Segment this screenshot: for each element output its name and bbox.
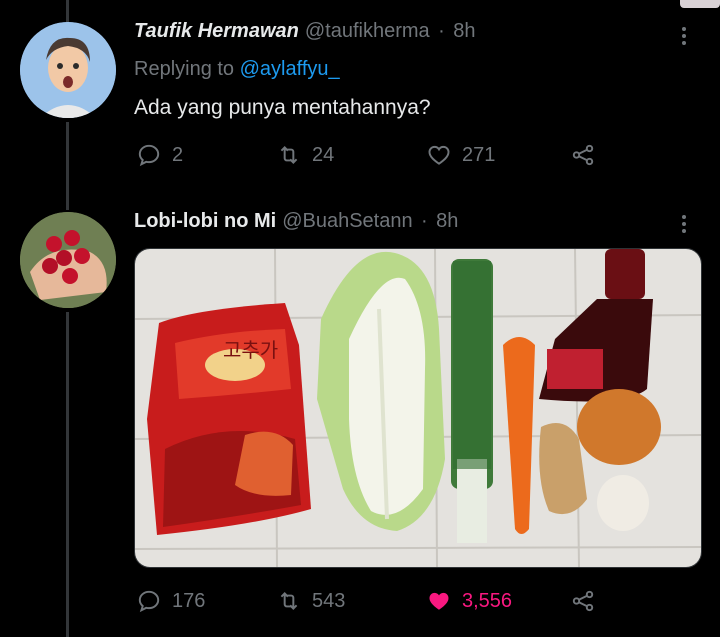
tweet1-text: Ada yang punya mentahannya?	[134, 96, 431, 119]
memoji-avatar-icon	[20, 22, 116, 118]
avatar-lobi[interactable]	[20, 212, 116, 308]
thread-line-top	[66, 0, 69, 22]
tweet1-header: Taufik Hermawan @taufikherma · 8h	[134, 20, 476, 43]
thread-line-bottom	[66, 312, 69, 637]
tweet2-more-dots-icon[interactable]	[682, 212, 688, 236]
thread-line-middle	[66, 122, 69, 210]
tweet2-media-photo[interactable]: 고추가	[134, 248, 702, 568]
tweet1-time[interactable]: 8h	[453, 20, 475, 42]
vegetables-photo: 고추가	[135, 249, 701, 567]
tweet2-like-button[interactable]: 3,556	[426, 588, 512, 614]
tweet1-reply-button[interactable]: 2	[136, 142, 183, 168]
tweet2-display-name[interactable]: Lobi-lobi no Mi	[134, 210, 276, 232]
garlic	[597, 475, 649, 531]
tweet2-share-button[interactable]	[570, 588, 596, 614]
package-korean-label: 고추가	[223, 339, 278, 362]
tweet2-like-count: 3,556	[462, 589, 513, 612]
tweet1-retweet-count: 24	[312, 143, 335, 166]
tweet2-header: Lobi-lobi no Mi @BuahSetann · 8h	[134, 210, 458, 233]
share-icon	[572, 590, 594, 612]
tweet1-like-count: 271	[462, 143, 496, 166]
heart-icon	[428, 145, 450, 165]
top-right-thumbnail	[680, 0, 720, 8]
tweet1-display-name[interactable]: Taufik Hermawan	[134, 20, 299, 42]
heart-filled-icon	[429, 592, 449, 610]
tweet1-reply-count: 2	[172, 143, 184, 166]
tweet2-handle[interactable]: @BuahSetann	[282, 210, 412, 232]
reply-icon	[138, 144, 160, 167]
tweet1-share-button[interactable]	[570, 142, 596, 168]
onion	[577, 389, 661, 465]
replying-prefix: Replying to	[134, 58, 235, 80]
tweet2-time[interactable]: 8h	[436, 210, 458, 232]
replying-to-link[interactable]: @aylaffyu_	[240, 58, 340, 80]
tweet2-retweet-count: 543	[312, 589, 346, 612]
share-icon	[572, 144, 594, 166]
tweet1-replying-to: Replying to @aylaffyu_	[134, 58, 340, 81]
tweet2-reply-count: 176	[172, 589, 206, 612]
tweet1-handle[interactable]: @taufikherma	[305, 20, 430, 42]
tweet1-retweet-button[interactable]: 24	[276, 142, 334, 168]
tweet1-like-button[interactable]: 271	[426, 142, 495, 168]
avatar-taufik[interactable]	[20, 22, 116, 118]
tweet2-retweet-button[interactable]: 543	[276, 588, 345, 614]
retweet-icon	[280, 146, 298, 164]
tweet1-more-dots-icon[interactable]	[682, 24, 688, 48]
reply-icon	[138, 590, 160, 613]
tweet2-reply-button[interactable]: 176	[136, 588, 205, 614]
chili-powder-package: 고추가	[147, 303, 311, 535]
tweet2-dot: ·	[421, 210, 428, 232]
red-berries-avatar-icon	[20, 212, 116, 308]
green-onions	[451, 259, 493, 543]
retweet-icon	[280, 592, 298, 610]
tweet1-dot: ·	[438, 20, 445, 42]
